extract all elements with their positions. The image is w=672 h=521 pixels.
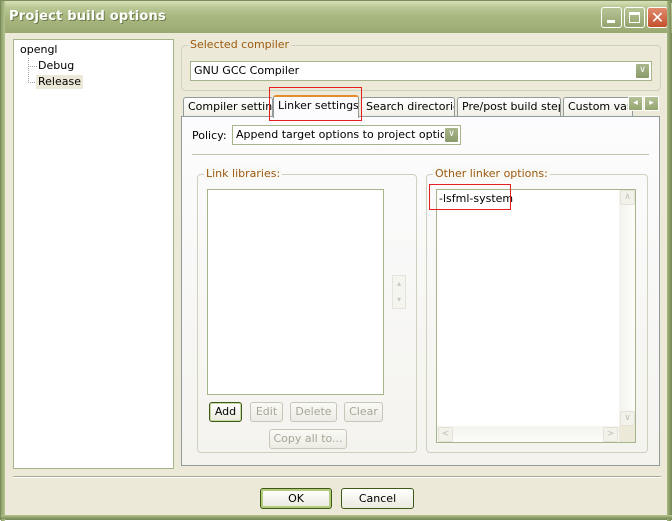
maximize-icon (629, 12, 640, 23)
linker-settings-panel: Policy: Append target options to project… (181, 116, 660, 466)
close-button[interactable]: ✕ (647, 7, 668, 28)
minimize-button[interactable] (601, 7, 622, 28)
tree-connector (28, 66, 37, 67)
window-frame-left (1, 1, 5, 521)
scroll-right-icon[interactable]: > (603, 427, 618, 442)
scroll-down-icon[interactable]: ∨ (620, 411, 635, 426)
tree-connector (28, 58, 29, 81)
footer-divider (13, 476, 661, 478)
tab-scroll-right-icon[interactable]: ▸ (644, 96, 659, 111)
link-libraries-group: Link libraries: ▴ ▾ Add Edit Delete Clea… (197, 167, 417, 453)
chevron-down-icon[interactable]: ∨ (444, 127, 459, 143)
target-tree[interactable]: opengl Debug Release (13, 39, 174, 469)
tree-item-release[interactable]: Release (36, 75, 83, 89)
cancel-button[interactable]: Cancel (341, 488, 414, 509)
policy-select[interactable]: Append target options to project options… (232, 125, 461, 145)
tab-linker-settings[interactable]: Linker settings (273, 95, 359, 118)
other-linker-options-label: Other linker options: (433, 167, 550, 180)
window-frame-right (667, 1, 671, 521)
copy-all-to-button[interactable]: Copy all to... (269, 429, 347, 449)
project-build-options-dialog: Project build options ✕ opengl Debug Rel… (0, 0, 672, 521)
compiler-select[interactable]: GNU GCC Compiler ∨ (190, 61, 652, 81)
ok-button[interactable]: OK (260, 488, 332, 509)
scroll-up-icon[interactable]: ∧ (620, 190, 635, 205)
other-linker-options-value: -lsfml-system (439, 192, 514, 205)
title-bar[interactable]: Project build options ✕ (1, 1, 672, 33)
policy-select-value: Append target options to project options (236, 128, 460, 141)
tab-scroll-left-icon[interactable]: ◂ (628, 96, 643, 111)
tab-pre-post-build-steps[interactable]: Pre/post build steps (457, 97, 561, 117)
tab-search-directories[interactable]: Search directories (361, 97, 455, 117)
move-library-buttons[interactable]: ▴ ▾ (392, 275, 406, 309)
vertical-scrollbar[interactable]: ∧ ∨ (619, 190, 635, 426)
scroll-left-icon[interactable]: < (438, 427, 453, 442)
horizontal-scrollbar[interactable]: < > (437, 426, 619, 442)
tree-connector (28, 82, 35, 83)
move-up-icon[interactable]: ▴ (393, 276, 405, 292)
edit-library-button[interactable]: Edit (250, 402, 283, 422)
divider (192, 154, 649, 155)
clear-libraries-button[interactable]: Clear (344, 402, 383, 422)
link-libraries-list[interactable] (207, 189, 384, 395)
maximize-button[interactable] (624, 7, 645, 28)
delete-library-button[interactable]: Delete (290, 402, 337, 422)
compiler-select-value: GNU GCC Compiler (194, 64, 300, 77)
other-linker-options-group: Other linker options: -lsfml-system ∧ ∨ … (426, 167, 648, 453)
window-title: Project build options (9, 9, 166, 24)
move-down-icon[interactable]: ▾ (393, 292, 405, 308)
chevron-down-icon[interactable]: ∨ (635, 63, 650, 79)
settings-tabs: Compiler settings Linker settings Search… (181, 95, 661, 118)
tab-custom-variables[interactable]: Custom variables (563, 97, 633, 117)
policy-label: Policy: (192, 129, 227, 142)
tab-compiler-settings[interactable]: Compiler settings (183, 97, 273, 117)
other-linker-options-textarea[interactable]: -lsfml-system ∧ ∨ < > (436, 189, 636, 443)
scrollbar-corner (619, 426, 635, 442)
close-icon: ✕ (650, 8, 665, 27)
link-libraries-label: Link libraries: (204, 167, 283, 180)
tree-item-debug[interactable]: Debug (38, 59, 74, 73)
tree-item-opengl[interactable]: opengl (20, 43, 58, 57)
selected-compiler-label: Selected compiler (188, 38, 292, 51)
window-frame-bottom (1, 515, 672, 519)
minimize-icon (607, 20, 615, 23)
add-library-button[interactable]: Add (209, 402, 242, 422)
